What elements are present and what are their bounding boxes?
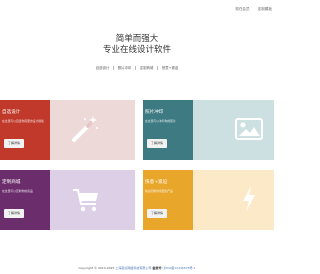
card-mall: 定制商城 在这里可以定制你的商品 了解详情 [0, 170, 135, 230]
lightning-icon [243, 186, 255, 212]
card-description: 在这里可以自选你需要的设计模板 [2, 119, 44, 123]
hero-title: 简单而强大 专业在线设计软件 [0, 34, 274, 55]
card-description: 在这里可以冲印你的照片 [145, 119, 176, 123]
card-design: 自选设计 在这里可以自选你需要的设计模板 了解详情 [0, 100, 135, 160]
sub-navigation: 自选设计 照片冲印 定制商城 快意+紧迫 [0, 65, 274, 70]
subnav-item-design[interactable]: 自选设计 [92, 65, 114, 70]
card-description: 快速定制你需要的产品 [145, 189, 173, 193]
card-title: 自选设计 [2, 110, 21, 115]
card-title: 照片冲印 [145, 110, 164, 115]
footer-company[interactable]: 上海起点网络科技有限公司 [115, 266, 151, 270]
subnav-item-mall[interactable]: 定制商城 [136, 65, 158, 70]
card-details-button[interactable]: 了解详情 [4, 209, 25, 218]
topnav-link-templates[interactable]: 定制模板 [258, 7, 272, 12]
card-details-button[interactable]: 了解详情 [147, 209, 168, 218]
hero-line-1: 简单而强大 [115, 34, 159, 44]
shopping-cart-icon [73, 189, 98, 212]
footer-copyright: Copyright © 2014-2025 [78, 266, 115, 270]
card-title: 快意+紧迫 [145, 180, 168, 185]
magic-wand-icon [72, 116, 98, 142]
card-photo: 照片冲印 在这里可以冲印你的照片 了解详情 [143, 100, 274, 160]
top-navigation: 现在会员 定制模板 [235, 5, 274, 13]
subnav-item-express[interactable]: 快意+紧迫 [158, 65, 182, 70]
card-express: 快意+紧迫 快速定制你需要的产品 了解详情 [143, 170, 274, 230]
footer-icp-label: 备案号: [152, 266, 163, 270]
hero-line-2: 专业在线设计软件 [102, 44, 171, 55]
card-title: 定制商城 [2, 180, 21, 185]
topnav-link-member[interactable]: 现在会员 [235, 7, 249, 12]
card-description: 在这里可以定制你的商品 [2, 189, 33, 193]
image-icon [235, 118, 263, 140]
card-body-background [183, 170, 274, 230]
page-footer: Copyright © 2014-2025 上海起点网络科技有限公司 备案号: … [0, 266, 274, 270]
subnav-item-photo[interactable]: 照片冲印 [114, 65, 136, 70]
card-details-button[interactable]: 了解详情 [4, 139, 25, 148]
card-details-button[interactable]: 了解详情 [147, 139, 168, 148]
footer-icp-link[interactable]: 沪ICP备12345678号-1 [163, 266, 195, 270]
